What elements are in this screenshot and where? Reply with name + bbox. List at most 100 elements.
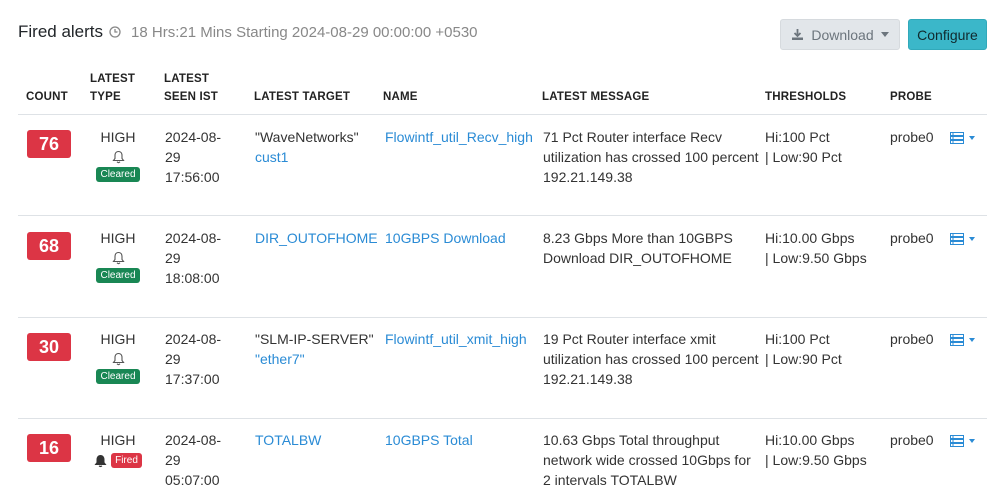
thresholds: Hi:100 Pct | Low:90 Pct	[765, 127, 842, 167]
latest-target: DIR_OUTOFHOME	[255, 228, 378, 248]
alert-type-text: HIGH	[100, 129, 136, 145]
status-badge: Fired	[111, 453, 142, 468]
alert-type: HIGH Fired	[86, 431, 150, 468]
col-header-latest-message[interactable]: LATEST MESSAGE	[542, 88, 649, 106]
bell-icon	[111, 251, 125, 265]
target-link[interactable]: TOTALBW	[255, 430, 321, 450]
chevron-down-icon	[969, 136, 975, 140]
col-header-name[interactable]: NAME	[383, 88, 418, 106]
thresholds: Hi:10.00 Gbps | Low:9.50 Gbps	[765, 228, 867, 268]
threshold-high: Hi:100 Pct	[765, 331, 830, 347]
message-line: utilization has crossed 100 percent	[543, 351, 759, 367]
table-row: 76 HIGH Cleared 2024-08- 29 17:56:00 "Wa…	[18, 114, 987, 215]
download-label: Download	[811, 26, 874, 43]
alert-type: HIGH Cleared	[90, 128, 146, 182]
col-header-latest-target[interactable]: LATEST TARGET	[254, 88, 350, 106]
latest-seen-day: 29	[165, 351, 181, 367]
server-list-icon	[950, 233, 964, 245]
thresholds: Hi:10.00 Gbps | Low:9.50 Gbps	[765, 430, 867, 470]
latest-seen-time: 18:08:00	[165, 270, 220, 286]
row-actions-button[interactable]	[950, 334, 975, 346]
threshold-high: Hi:100 Pct	[765, 129, 830, 145]
chevron-down-icon	[969, 338, 975, 342]
col-header-latest-seen-line2: SEEN IST	[164, 91, 219, 103]
server-list-icon	[950, 334, 964, 346]
threshold-low: | Low:9.50 Gbps	[765, 250, 867, 266]
latest-seen: 2024-08- 29 05:07:00	[165, 430, 221, 490]
col-header-latest-seen[interactable]: LATEST SEEN IST	[164, 70, 218, 106]
target-link[interactable]: DIR_OUTOFHOME	[255, 228, 378, 248]
latest-target: TOTALBW	[255, 430, 321, 450]
alert-type: HIGH Cleared	[90, 229, 146, 283]
bell-icon	[111, 150, 125, 164]
table-row: 16 HIGH Fired 2024-08- 29 05:07:00 TOTAL…	[18, 418, 987, 499]
latest-seen-date: 2024-08-	[165, 432, 222, 448]
status-badge: Cleared	[96, 268, 140, 283]
row-actions-button[interactable]	[950, 233, 975, 245]
alert-name-link[interactable]: 10GBPS Download	[385, 228, 506, 248]
latest-seen: 2024-08- 29 17:56:00	[165, 127, 221, 187]
latest-seen-day: 29	[165, 250, 181, 266]
page-title: Fired alerts	[18, 22, 104, 41]
latest-seen: 2024-08- 29 18:08:00	[165, 228, 221, 288]
col-header-latest-type-line2: TYPE	[90, 91, 121, 103]
message-line: network wide crossed 10Gbps for	[543, 452, 751, 468]
probe: probe0	[890, 432, 934, 448]
alert-name-link[interactable]: Flowintf_util_Recv_high	[385, 127, 533, 147]
row-actions-button[interactable]	[950, 435, 975, 447]
alert-type: HIGH Cleared	[90, 330, 146, 384]
page-header: Fired alerts 18 Hrs:21 Mins Starting 202…	[18, 18, 478, 46]
time-range-text: 18 Hrs:21 Mins Starting 2024-08-29 00:00…	[131, 23, 478, 41]
message-line: 192.21.149.38	[543, 371, 633, 387]
latest-seen-time: 05:07:00	[165, 472, 220, 488]
latest-message: 71 Pct Router interface Recv utilization…	[543, 127, 759, 187]
configure-button[interactable]: Configure	[908, 19, 987, 50]
latest-message: 19 Pct Router interface xmit utilization…	[543, 329, 759, 389]
threshold-low: | Low:9.50 Gbps	[765, 452, 867, 468]
row-actions-button[interactable]	[950, 132, 975, 144]
message-line: Download DIR_OUTOFHOME	[543, 250, 732, 266]
table-row: 30 HIGH Cleared 2024-08- 29 17:37:00 "SL…	[18, 317, 987, 418]
count-badge: 16	[27, 434, 71, 462]
chevron-down-icon	[880, 32, 889, 37]
chevron-down-icon	[969, 237, 975, 241]
alert-type-text: HIGH	[100, 230, 136, 246]
col-header-thresholds[interactable]: THRESHOLDS	[765, 88, 846, 106]
threshold-high: Hi:10.00 Gbps	[765, 230, 855, 246]
status-badge: Cleared	[96, 167, 140, 182]
latest-target: "SLM-IP-SERVER" "ether7"	[255, 329, 374, 369]
message-line: utilization has crossed 100 percent	[543, 149, 759, 165]
col-header-count[interactable]: COUNT	[26, 88, 68, 106]
target-name: "WaveNetworks"	[255, 129, 359, 145]
status-badge: Cleared	[96, 369, 140, 384]
message-line: 8.23 Gbps More than 10GBPS	[543, 230, 733, 246]
message-line: 192.21.149.38	[543, 169, 633, 185]
latest-seen-day: 29	[165, 149, 181, 165]
latest-message: 10.63 Gbps Total throughput network wide…	[543, 430, 751, 490]
latest-seen-day: 29	[165, 452, 181, 468]
target-link[interactable]: cust1	[255, 147, 359, 167]
probe: probe0	[890, 129, 934, 145]
probe: probe0	[890, 331, 934, 347]
server-list-icon	[950, 435, 964, 447]
latest-seen-date: 2024-08-	[165, 331, 222, 347]
threshold-low: | Low:90 Pct	[765, 149, 842, 165]
thresholds: Hi:100 Pct | Low:90 Pct	[765, 329, 842, 369]
message-line: 2 intervals TOTALBW	[543, 472, 677, 488]
download-button[interactable]: Download	[780, 19, 900, 50]
bell-filled-icon	[94, 454, 107, 467]
latest-seen-time: 17:56:00	[165, 169, 220, 185]
col-header-latest-type[interactable]: LATEST TYPE	[90, 70, 135, 106]
latest-seen: 2024-08- 29 17:37:00	[165, 329, 221, 389]
table-row: 68 HIGH Cleared 2024-08- 29 18:08:00 DIR…	[18, 215, 987, 317]
probe: probe0	[890, 230, 934, 246]
latest-target: "WaveNetworks" cust1	[255, 127, 359, 167]
target-link[interactable]: "ether7"	[255, 349, 374, 369]
message-line: 10.63 Gbps Total throughput	[543, 432, 720, 448]
col-header-probe[interactable]: PROBE	[890, 88, 932, 106]
message-line: 19 Pct Router interface xmit	[543, 331, 716, 347]
chevron-down-icon	[969, 439, 975, 443]
alert-name-link[interactable]: 10GBPS Total	[385, 430, 473, 450]
alert-name-link[interactable]: Flowintf_util_xmit_high	[385, 329, 527, 349]
fired-status: Fired	[86, 453, 150, 468]
